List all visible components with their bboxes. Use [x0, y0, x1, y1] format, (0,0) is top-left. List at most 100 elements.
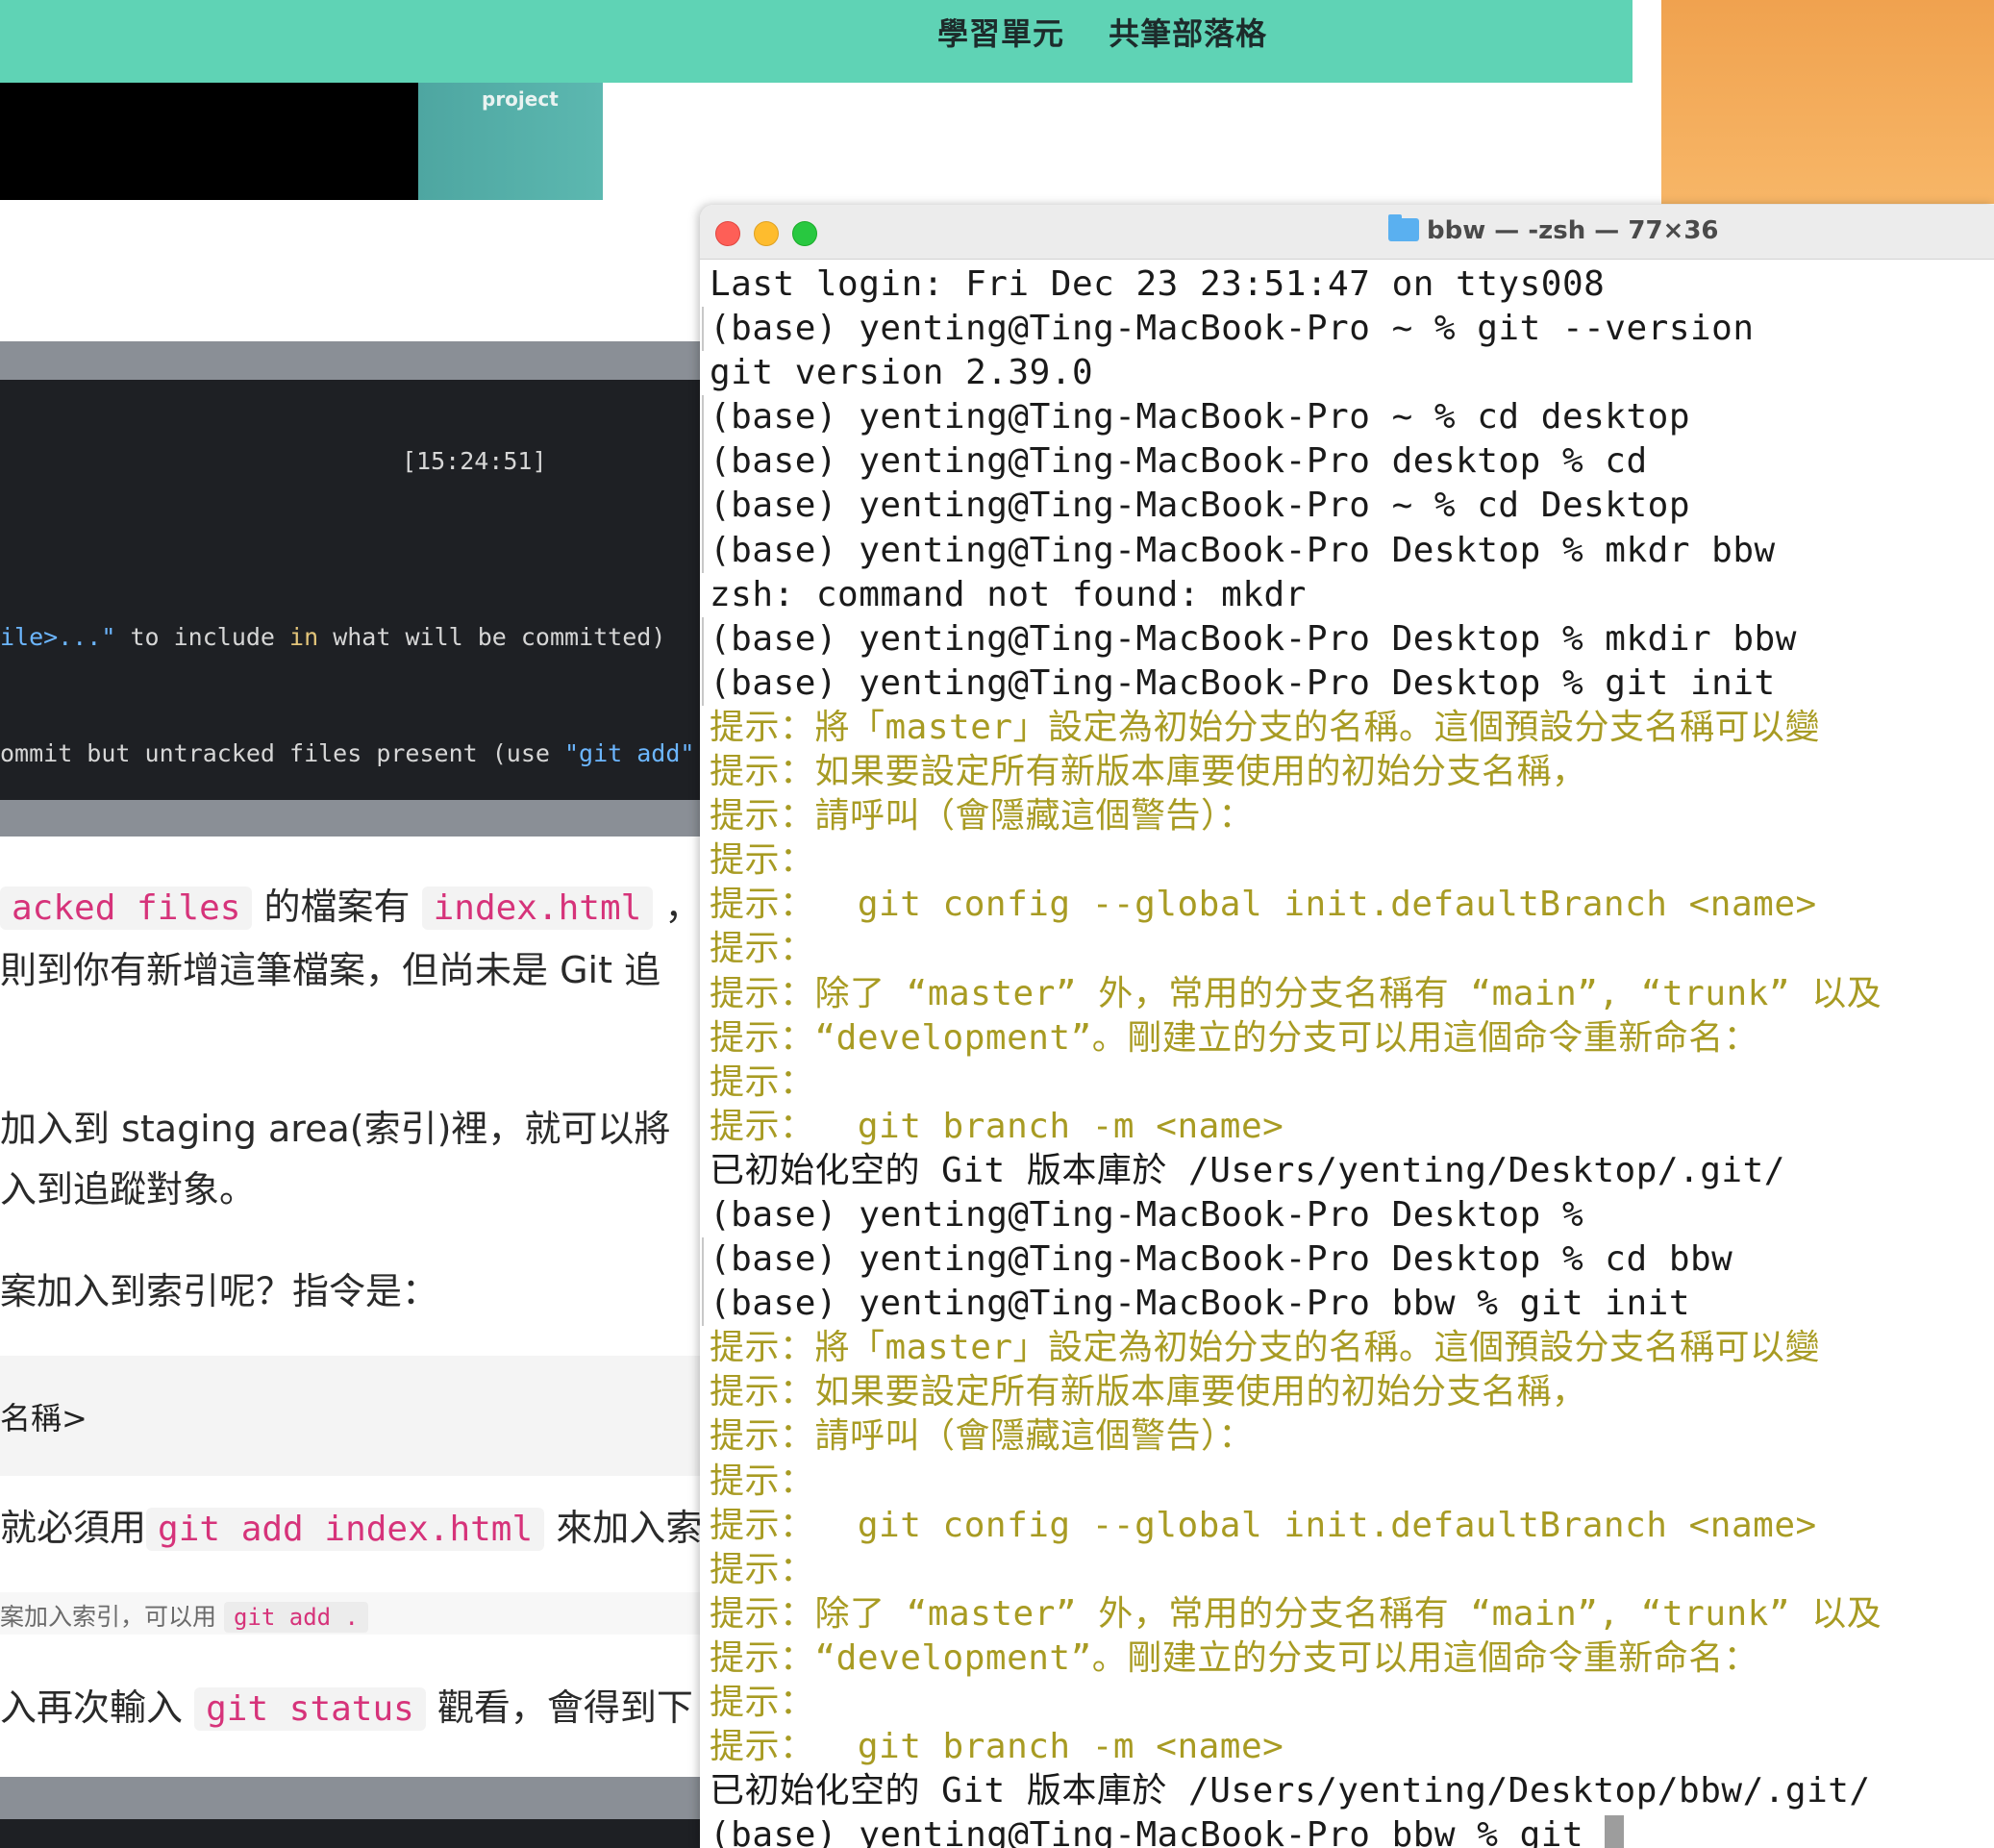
paragraph-text: 入再次輸入 — [0, 1686, 195, 1729]
terminal-hint-line: 提示：“development”。剛建立的分支可以用這個命令重新命名： — [710, 1016, 1994, 1061]
screenshot-text: what will be committed) — [318, 623, 666, 651]
terminal-hint-line: 提示：如果要設定所有新版本庫要使用的初始分支名稱， — [710, 750, 1994, 794]
terminal-line-text: 提示： — [710, 1549, 815, 1589]
terminal-line-text: 提示： git branch -m <name> — [710, 1727, 1284, 1767]
paragraph-text: 的檔案有 — [252, 886, 422, 928]
folder-icon — [1388, 214, 1419, 241]
inline-code: git add index.html — [146, 1508, 545, 1551]
terminal-line-text: (base) yenting@Ting-MacBook-Pro bbw % gi… — [710, 1815, 1606, 1848]
note-text: 案加入索引，可以用 — [0, 1603, 224, 1631]
paragraph-text: ， — [653, 886, 702, 928]
terminal-hint-line: 提示：除了 “master” 外，常用的分支名稱有 “main”, “trunk… — [710, 972, 1994, 1016]
terminal-line-text: 提示：“development”。剛建立的分支可以用這個命令重新命名： — [710, 1637, 1759, 1678]
terminal-hint-line: 提示：將「master」設定為初始分支的名稱。這個預設分支名稱可以變 — [710, 706, 1994, 750]
terminal-line-text: (base) yenting@Ting-MacBook-Pro Desktop … — [710, 1239, 1733, 1280]
terminal-line-text: (base) yenting@Ting-MacBook-Pro desktop … — [710, 441, 1648, 482]
terminal-hint-line: 提示： — [710, 1548, 1994, 1592]
terminal-line-text: 提示： — [710, 1461, 815, 1501]
terminal-line-text: 提示：將「master」設定為初始分支的名稱。這個預設分支名稱可以變 — [710, 707, 1821, 747]
terminal-line-text: (base) yenting@Ting-MacBook-Pro ~ % cd d… — [710, 397, 1690, 437]
project-thumbnail: project — [418, 83, 603, 200]
terminal-output-line: 已初始化空的 Git 版本庫於 /Users/yenting/Desktop/b… — [710, 1769, 1994, 1813]
terminal-window[interactable]: bbw — -zsh — 77×36 Last login: Fri Dec 2… — [700, 205, 1994, 1848]
terminal-line-text: 提示： git branch -m <name> — [710, 1106, 1284, 1146]
terminal-hint-line: 提示：如果要設定所有新版本庫要使用的初始分支名稱， — [710, 1370, 1994, 1414]
terminal-line-text: zsh: command not found: mkdr — [710, 574, 1307, 614]
terminal-command-line: (base) yenting@Ting-MacBook-Pro ~ % git … — [702, 307, 1994, 352]
terminal-output[interactable]: Last login: Fri Dec 23 23:51:47 on ttys0… — [702, 262, 1994, 1848]
terminal-titlebar[interactable]: bbw — -zsh — 77×36 — [700, 205, 1994, 260]
article-paragraph: 入再次輸入 git status 觀看，會得到下 — [0, 1678, 693, 1731]
terminal-hint-line: 提示： git config --global init.defaultBran… — [710, 883, 1994, 927]
terminal-hint-line: 提示：除了 “master” 外，常用的分支名稱有 “main”, “trunk… — [710, 1592, 1994, 1636]
terminal-cursor — [1605, 1815, 1625, 1848]
terminal-command-line: (base) yenting@Ting-MacBook-Pro Desktop … — [702, 1237, 1994, 1283]
terminal-output-line: Last login: Fri Dec 23 23:51:47 on ttys0… — [710, 262, 1994, 307]
embedded-terminal-screenshot: [15:24:51] ile>..." to include in what w… — [0, 380, 711, 800]
terminal-hint-line: 提示： — [710, 1460, 1994, 1504]
terminal-line-text: 已初始化空的 Git 版本庫於 /Users/yenting/Desktop/b… — [710, 1771, 1871, 1811]
close-button[interactable] — [715, 221, 740, 246]
paragraph-text: 觀看，會得到下 — [425, 1686, 693, 1729]
terminal-line-text: (base) yenting@Ting-MacBook-Pro Desktop … — [710, 1194, 1584, 1235]
terminal-command-line: (base) yenting@Ting-MacBook-Pro bbw % gi… — [702, 1282, 1994, 1327]
inline-code: index.html — [421, 887, 654, 930]
terminal-title-text: bbw — -zsh — 77×36 — [1427, 216, 1719, 245]
terminal-hint-line: 提示：將「master」設定為初始分支的名稱。這個預設分支名稱可以變 — [710, 1326, 1994, 1370]
terminal-command-line: (base) yenting@Ting-MacBook-Pro Desktop … — [702, 661, 1994, 706]
terminal-line-text: 提示：“development”。剛建立的分支可以用這個命令重新命名： — [710, 1017, 1759, 1058]
terminal-line-text: (base) yenting@Ting-MacBook-Pro bbw % gi… — [710, 1284, 1690, 1324]
nav-shared-notes-blog[interactable]: 共筆部落格 — [1109, 15, 1267, 52]
terminal-hint-line: 提示： — [710, 1061, 1994, 1105]
site-header: 學習單元 共筆部落格 — [0, 0, 1633, 83]
terminal-output-line: (base) yenting@Ting-MacBook-Pro Desktop … — [710, 1193, 1994, 1237]
screenshot-timestamp: [15:24:51] — [402, 447, 547, 475]
terminal-output-line: git version 2.39.0 — [710, 351, 1994, 395]
terminal-line-text: (base) yenting@Ting-MacBook-Pro Desktop … — [710, 618, 1797, 659]
terminal-line-text: 提示： — [710, 1061, 815, 1102]
terminal-line-text: (base) yenting@Ting-MacBook-Pro Desktop … — [710, 530, 1776, 570]
screenshot-text: "git add" — [564, 739, 695, 767]
terminal-line-text: (base) yenting@Ting-MacBook-Pro Desktop … — [710, 662, 1776, 703]
code-block: 名稱> — [0, 1356, 711, 1476]
terminal-output-line: 已初始化空的 Git 版本庫於 /Users/yenting/Desktop/.… — [710, 1149, 1994, 1193]
video-thumbnail — [0, 83, 418, 200]
terminal-line-text: 提示：如果要設定所有新版本庫要使用的初始分支名稱， — [710, 1372, 1587, 1412]
terminal-hint-line: 提示：請呼叫（會隱藏這個警告）： — [710, 794, 1994, 838]
screenshot-text: in — [289, 623, 319, 651]
screenshot-text: ile>..." — [0, 623, 116, 651]
terminal-line-text: 提示： — [710, 1683, 815, 1722]
terminal-command-line: (base) yenting@Ting-MacBook-Pro ~ % cd d… — [702, 395, 1994, 440]
inline-code: git status — [194, 1687, 426, 1731]
terminal-command-line: (base) yenting@Ting-MacBook-Pro Desktop … — [702, 528, 1994, 573]
zoom-button[interactable] — [792, 221, 817, 246]
article-paragraph: 入到追蹤對象。 — [0, 1168, 257, 1211]
terminal-line-text: (base) yenting@Ting-MacBook-Pro ~ % cd D… — [710, 486, 1690, 526]
terminal-line-text: 提示： git config --global init.defaultBran… — [710, 885, 1817, 925]
code-block-text: 名稱> — [0, 1400, 87, 1436]
terminal-hint-line: 提示： git config --global init.defaultBran… — [710, 1504, 1994, 1548]
terminal-line-text: 提示：請呼叫（會隱藏這個警告）： — [710, 1416, 1255, 1457]
terminal-command-line: (base) yenting@Ting-MacBook-Pro ~ % cd D… — [702, 484, 1994, 529]
terminal-line-text: 提示：將「master」設定為初始分支的名稱。這個預設分支名稱可以變 — [710, 1328, 1821, 1368]
paragraph-text: 就必須用 — [0, 1507, 147, 1549]
nav-learning-units[interactable]: 學習單元 — [937, 15, 1064, 52]
terminal-hint-line: 提示：請呼叫（會隱藏這個警告）： — [710, 1414, 1994, 1459]
terminal-line-text: Last login: Fri Dec 23 23:51:47 on ttys0… — [710, 264, 1606, 304]
project-label: project — [482, 87, 559, 111]
article-paragraph: 案加入到索引呢？指令是： — [0, 1270, 439, 1312]
minimize-button[interactable] — [754, 221, 779, 246]
terminal-line-text: 提示： — [710, 840, 815, 881]
terminal-output-line: zsh: command not found: mkdr — [710, 573, 1994, 617]
terminal-line-text: git version 2.39.0 — [710, 353, 1094, 393]
article-paragraph: 加入到 staging area(索引)裡，就可以將 — [0, 1108, 671, 1150]
article-paragraph: 就必須用 git add index.html 來加入索 — [0, 1498, 702, 1551]
note-line: 案加入索引，可以用 git add . — [0, 1598, 368, 1633]
terminal-line-text: 已初始化空的 Git 版本庫於 /Users/yenting/Desktop/.… — [710, 1150, 1785, 1190]
terminal-hint-line: 提示： git branch -m <name> — [710, 1105, 1994, 1149]
article-paragraph: 則到你有新增這筆檔案，但尚未是 Git 追 — [0, 949, 661, 991]
terminal-hint-line: 提示： — [710, 1681, 1994, 1725]
terminal-hint-line: 提示： — [710, 838, 1994, 883]
terminal-command-line: (base) yenting@Ting-MacBook-Pro desktop … — [702, 439, 1994, 485]
site-nav: 學習單元 共筆部落格 — [937, 10, 1300, 54]
